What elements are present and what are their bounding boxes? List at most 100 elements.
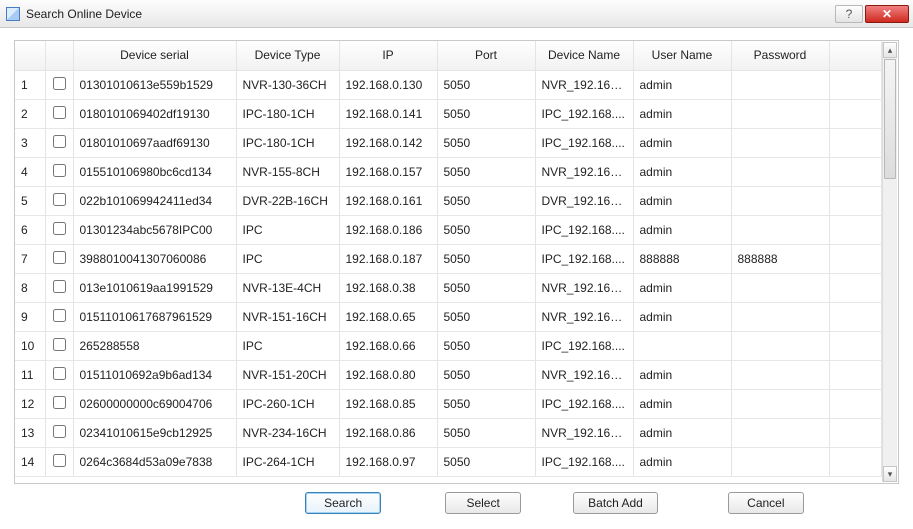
table-row[interactable]: 5022b101069942411ed34DVR-22B-16CH192.168… — [15, 186, 882, 215]
row-checkbox[interactable] — [53, 77, 66, 90]
row-checkbox[interactable] — [53, 425, 66, 438]
cell-password: 888888 — [731, 244, 829, 273]
cell-password — [731, 215, 829, 244]
cell-serial: 0180101069402df19130 — [73, 99, 236, 128]
close-button[interactable]: ✕ — [865, 5, 909, 23]
cell-password — [731, 418, 829, 447]
table-row[interactable]: 8013e1010619aa1991529NVR-13E-4CH192.168.… — [15, 273, 882, 302]
cell-checkbox — [45, 389, 73, 418]
col-checkbox[interactable] — [45, 41, 73, 70]
cell-tail — [829, 157, 882, 186]
cell-user-name: admin — [633, 215, 731, 244]
row-checkbox[interactable] — [53, 106, 66, 119]
row-checkbox[interactable] — [53, 164, 66, 177]
select-button[interactable]: Select — [445, 492, 521, 514]
cell-checkbox — [45, 70, 73, 99]
cell-ip: 192.168.0.186 — [339, 215, 437, 244]
help-icon: ? — [846, 7, 853, 21]
row-checkbox[interactable] — [53, 367, 66, 380]
cell-user-name: admin — [633, 186, 731, 215]
cell-tail — [829, 331, 882, 360]
cell-device-name: IPC_192.168.... — [535, 447, 633, 476]
col-serial[interactable]: Device serial — [73, 41, 236, 70]
cell-ip: 192.168.0.141 — [339, 99, 437, 128]
table-row[interactable]: 73988010041307060086IPC192.168.0.1875050… — [15, 244, 882, 273]
cell-user-name: admin — [633, 447, 731, 476]
col-password[interactable]: Password — [731, 41, 829, 70]
scroll-down-arrow-icon[interactable]: ▾ — [883, 466, 897, 482]
window-title: Search Online Device — [26, 7, 833, 21]
row-checkbox[interactable] — [53, 396, 66, 409]
table-row[interactable]: 301801010697aadf69130IPC-180-1CH192.168.… — [15, 128, 882, 157]
table-row[interactable]: 101301010613e559b1529NVR-130-36CH192.168… — [15, 70, 882, 99]
cell-type: IPC-260-1CH — [236, 389, 339, 418]
table-row[interactable]: 601301234abc5678IPC00IPC192.168.0.186505… — [15, 215, 882, 244]
cancel-button[interactable]: Cancel — [728, 492, 804, 514]
cell-port: 5050 — [437, 331, 535, 360]
cell-password — [731, 447, 829, 476]
cell-device-name: IPC_192.168.... — [535, 215, 633, 244]
row-checkbox[interactable] — [53, 251, 66, 264]
cell-index: 9 — [15, 302, 45, 331]
scroll-thumb[interactable] — [884, 59, 896, 179]
row-checkbox[interactable] — [53, 280, 66, 293]
cell-device-name: NVR_192.168.... — [535, 302, 633, 331]
cell-port: 5050 — [437, 447, 535, 476]
cell-checkbox — [45, 99, 73, 128]
col-port[interactable]: Port — [437, 41, 535, 70]
cell-password — [731, 331, 829, 360]
cell-device-name: IPC_192.168.... — [535, 128, 633, 157]
table-row[interactable]: 20180101069402df19130IPC-180-1CH192.168.… — [15, 99, 882, 128]
row-checkbox[interactable] — [53, 222, 66, 235]
cell-tail — [829, 418, 882, 447]
table-row[interactable]: 1202600000000c69004706IPC-260-1CH192.168… — [15, 389, 882, 418]
table-row[interactable]: 901511010617687961529NVR-151-16CH192.168… — [15, 302, 882, 331]
scroll-up-arrow-icon[interactable]: ▴ — [883, 42, 897, 58]
search-button[interactable]: Search — [305, 492, 381, 514]
col-ip[interactable]: IP — [339, 41, 437, 70]
cell-device-name: NVR_192.168.... — [535, 157, 633, 186]
col-device-name[interactable]: Device Name — [535, 41, 633, 70]
cell-serial: 022b101069942411ed34 — [73, 186, 236, 215]
cell-serial: 02341010615e9cb12925 — [73, 418, 236, 447]
cell-port: 5050 — [437, 70, 535, 99]
table-row[interactable]: 10265288558IPC192.168.0.665050IPC_192.16… — [15, 331, 882, 360]
cell-ip: 192.168.0.66 — [339, 331, 437, 360]
table-row[interactable]: 4015510106980bc6cd134NVR-155-8CH192.168.… — [15, 157, 882, 186]
cell-port: 5050 — [437, 99, 535, 128]
cell-password — [731, 389, 829, 418]
cell-device-name: IPC_192.168.... — [535, 389, 633, 418]
row-checkbox[interactable] — [53, 193, 66, 206]
row-checkbox[interactable] — [53, 135, 66, 148]
batch-add-button[interactable]: Batch Add — [573, 492, 658, 514]
cell-type: NVR-13E-4CH — [236, 273, 339, 302]
cell-serial: 015510106980bc6cd134 — [73, 157, 236, 186]
cell-device-name: NVR_192.168.... — [535, 273, 633, 302]
dialog-body: Device serial Device Type IP Port Device… — [0, 28, 913, 529]
row-checkbox[interactable] — [53, 338, 66, 351]
table-row[interactable]: 1101511010692a9b6ad134NVR-151-20CH192.16… — [15, 360, 882, 389]
cell-checkbox — [45, 244, 73, 273]
cell-ip: 192.168.0.130 — [339, 70, 437, 99]
dialog-footer: Search Select Batch Add Cancel — [14, 492, 899, 514]
table-row[interactable]: 1302341010615e9cb12925NVR-234-16CH192.16… — [15, 418, 882, 447]
cell-index: 6 — [15, 215, 45, 244]
col-user-name[interactable]: User Name — [633, 41, 731, 70]
close-icon: ✕ — [882, 7, 892, 21]
row-checkbox[interactable] — [53, 309, 66, 322]
help-button[interactable]: ? — [835, 5, 863, 23]
vertical-scrollbar[interactable]: ▴ ▾ — [882, 42, 897, 482]
cell-tail — [829, 360, 882, 389]
cell-checkbox — [45, 215, 73, 244]
scroll-track[interactable] — [883, 59, 897, 465]
cell-serial: 3988010041307060086 — [73, 244, 236, 273]
col-index[interactable] — [15, 41, 45, 70]
cell-type: NVR-151-16CH — [236, 302, 339, 331]
row-checkbox[interactable] — [53, 454, 66, 467]
col-type[interactable]: Device Type — [236, 41, 339, 70]
cell-tail — [829, 389, 882, 418]
cell-user-name: admin — [633, 418, 731, 447]
app-icon — [6, 7, 20, 21]
table-row[interactable]: 140264c3684d53a09e7838IPC-264-1CH192.168… — [15, 447, 882, 476]
cell-serial: 01301234abc5678IPC00 — [73, 215, 236, 244]
